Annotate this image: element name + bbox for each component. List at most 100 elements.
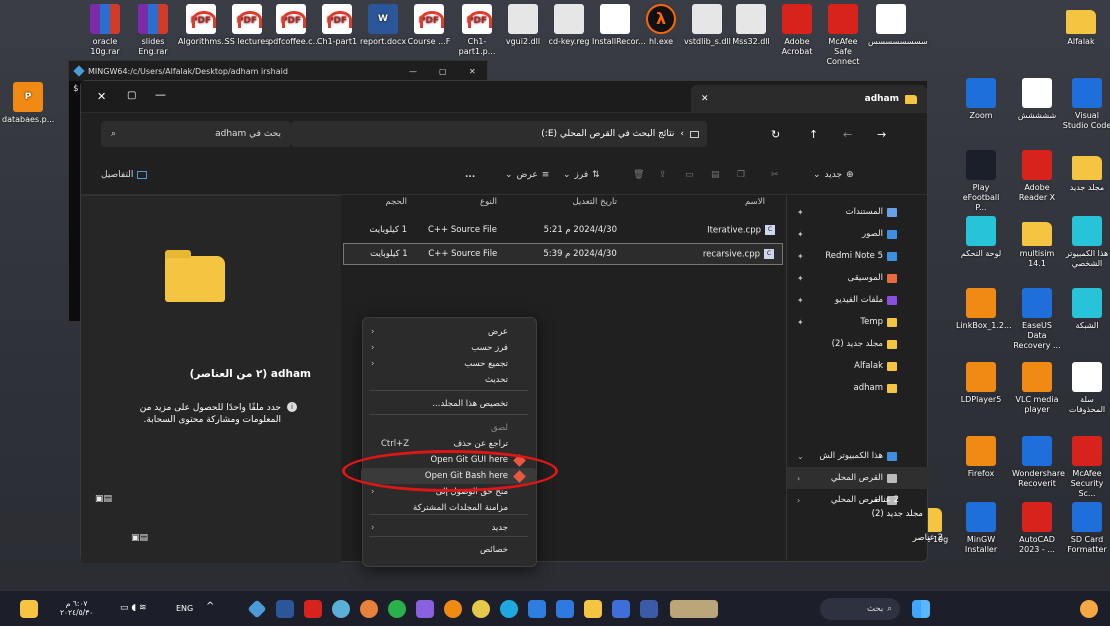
taskbar-search[interactable]: بحث ⌕: [820, 598, 900, 620]
address-input[interactable]: نتائج البحث في القرص المحلي (E:) ‹: [291, 121, 707, 147]
nav-item[interactable]: الصور ✦: [787, 223, 929, 245]
desktop-icon[interactable]: سسسسسسسس: [868, 4, 928, 47]
desktop-icon[interactable]: McAfee Security Sc...: [1062, 436, 1110, 499]
new-button[interactable]: ⌄ جديد ⊕: [813, 170, 854, 180]
desktop-icon[interactable]: AutoCAD 2023 - ...: [1012, 502, 1062, 555]
desktop-icon[interactable]: LDPlayer5: [956, 362, 1006, 405]
column-modified[interactable]: تاريخ التعديل: [503, 197, 623, 215]
app2-taskbar-icon[interactable]: [416, 600, 434, 618]
sort-button[interactable]: ⌄ فرز ⇅: [563, 170, 600, 180]
chevron-left-icon[interactable]: ‹: [680, 129, 684, 139]
desktop-icon[interactable]: MinGW Installer: [956, 502, 1006, 555]
nav-item[interactable]: Alfalak: [787, 355, 929, 377]
app4-taskbar-icon[interactable]: [556, 600, 574, 618]
desktop-icon[interactable]: Adobe Reader X: [1012, 150, 1062, 203]
desktop-icon[interactable]: الشبكة: [1062, 288, 1110, 331]
menu-item[interactable]: Open Git Bash here: [361, 468, 536, 484]
delete-icon[interactable]: 🗑: [633, 170, 644, 180]
desktop-icon[interactable]: Wondershare Recoverit: [1012, 436, 1065, 489]
language-indicator[interactable]: ENG: [176, 604, 193, 613]
search-input[interactable]: ⌕ بحث في adham: [101, 121, 291, 147]
desktop-icon-database[interactable]: P databaes.p...: [2, 82, 54, 125]
desktop-icon[interactable]: Wreport.docx: [360, 4, 406, 47]
forward-icon[interactable]: ←: [843, 128, 852, 141]
app5-taskbar-icon[interactable]: [612, 600, 630, 618]
menu-item[interactable]: فرز حسب ‹: [361, 340, 536, 356]
desktop-icon[interactable]: VLC media player: [1012, 362, 1062, 415]
nav-local-disk-1[interactable]: القرص المحلي ‹: [787, 467, 929, 489]
firefox-taskbar-icon[interactable]: [444, 600, 462, 618]
menu-item[interactable]: تراجع عن حذف Ctrl+Z: [361, 436, 536, 452]
app7-taskbar-icon[interactable]: [670, 600, 718, 618]
windows-start-icon[interactable]: [912, 600, 930, 618]
menu-item[interactable]: عرض ‹: [361, 324, 536, 340]
git-icon[interactable]: [247, 599, 267, 619]
terminal-title-bar[interactable]: MINGW64:/c/Users/Alfalak/Desktop/adham i…: [69, 61, 487, 81]
table-row[interactable]: Crecarsive.cpp 2024/4/30 م 5:39 C++ Source…: [343, 243, 783, 265]
refresh-icon[interactable]: ↻: [771, 128, 780, 141]
desktop-icon[interactable]: multisim 14.1: [1012, 216, 1062, 269]
nav-item[interactable]: مجلد جديد (2): [787, 333, 929, 355]
view-button[interactable]: ⌄ عرض ≡: [505, 170, 549, 180]
view-toggle-icon[interactable]: ▣▤: [95, 494, 112, 504]
edge-taskbar-icon[interactable]: [500, 600, 518, 618]
desktop-icon[interactable]: مجلد جديد: [1062, 150, 1110, 193]
desktop-icon[interactable]: λ hl.exe: [638, 4, 684, 47]
word-taskbar-icon[interactable]: [276, 600, 294, 618]
nav-item[interactable]: Temp ✦: [787, 311, 929, 333]
desktop-icon[interactable]: Firefox: [956, 436, 1006, 479]
system-tray-icons[interactable]: ▭ ◖ ≋: [120, 603, 147, 613]
column-size[interactable]: الحجم: [343, 197, 413, 215]
store-taskbar-icon[interactable]: [528, 600, 546, 618]
minimize-window-icon[interactable]: —: [155, 88, 166, 101]
column-name[interactable]: الاسم: [623, 197, 783, 215]
desktop-icon[interactable]: Adobe Acrobat: [774, 4, 820, 57]
close-window-icon[interactable]: ✕: [97, 90, 106, 103]
tab-adham[interactable]: ✕ adham: [691, 85, 927, 113]
desktop-icon[interactable]: ششششش: [1012, 78, 1062, 121]
back-icon[interactable]: →: [877, 128, 886, 141]
up-arrow-icon[interactable]: ↑: [809, 128, 818, 141]
desktop-icon[interactable]: PDF pdfcoffee.c...: [268, 4, 320, 47]
desktop-icon[interactable]: vstdlib_s.dll: [684, 4, 731, 47]
chevron-up-icon[interactable]: ^: [206, 601, 214, 612]
desktop-icon[interactable]: McAfee Safe Connect: [820, 4, 866, 67]
file-explorer-taskbar-icon[interactable]: [584, 600, 602, 618]
menu-item[interactable]: تحديث: [361, 372, 536, 388]
desktop-icon[interactable]: oracle 10g.rar: [82, 4, 128, 57]
maximize-icon[interactable]: ▢: [439, 67, 447, 76]
nav-item[interactable]: الموسيقى ✦: [787, 267, 929, 289]
desktop-icon[interactable]: Visual Studio Code: [1062, 78, 1110, 131]
menu-item[interactable]: لصق: [361, 420, 536, 436]
more-button[interactable]: ...: [465, 170, 475, 180]
nav-item[interactable]: المستندات ✦: [787, 201, 929, 223]
clock[interactable]: ٦:٠٧ م ٢٠٢٤/٥/٣٠: [60, 599, 93, 617]
rename-icon[interactable]: ▭: [685, 170, 694, 180]
nav-item[interactable]: ملفات الفيديو ✦: [787, 289, 929, 311]
details-button[interactable]: التفاصيل: [101, 170, 148, 180]
desktop-icon[interactable]: هذا الكمبيوتر الشخصي: [1062, 216, 1110, 269]
desktop-icon[interactable]: Alfalak: [1058, 4, 1104, 47]
desktop-icon[interactable]: سلة المحذوفات: [1062, 362, 1110, 415]
menu-item[interactable]: منح حق الوصول إلى ‹: [361, 484, 536, 500]
table-row[interactable]: C Iterative.cpp 2024/4/30 م 5:21 C++ Source…: [343, 219, 783, 241]
nav-this-pc[interactable]: هذا الكمبيوتر الش ⌄: [787, 445, 929, 467]
view-toggle-icon[interactable]: ▣▤: [131, 533, 148, 543]
desktop-icon[interactable]: Play eFootball P...: [956, 150, 1006, 213]
desktop-icon[interactable]: PDF Course ...F: [406, 4, 452, 47]
copy-icon[interactable]: ❐: [737, 170, 745, 180]
app-taskbar-icon[interactable]: [360, 600, 378, 618]
weather-icon[interactable]: [20, 600, 38, 618]
whatsapp-taskbar-icon[interactable]: [388, 600, 406, 618]
acrobat-taskbar-icon[interactable]: [304, 600, 322, 618]
menu-item[interactable]: Open Git GUI here: [361, 452, 536, 468]
desktop-icon[interactable]: PDF Ch1-part1: [314, 4, 360, 47]
nav-item[interactable]: adham: [787, 377, 929, 399]
desktop-icon[interactable]: Mss32.dll: [728, 4, 774, 47]
maximize-window-icon[interactable]: ▢: [127, 90, 136, 101]
desktop-icon[interactable]: PDF Ch1-part1.p...: [454, 4, 500, 57]
app3-taskbar-icon[interactable]: [472, 600, 490, 618]
menu-item[interactable]: خصائص: [361, 542, 536, 558]
desktop-icon[interactable]: PDF SS lectures: [224, 4, 270, 47]
desktop-icon[interactable]: لوحة التحكم: [956, 216, 1006, 259]
